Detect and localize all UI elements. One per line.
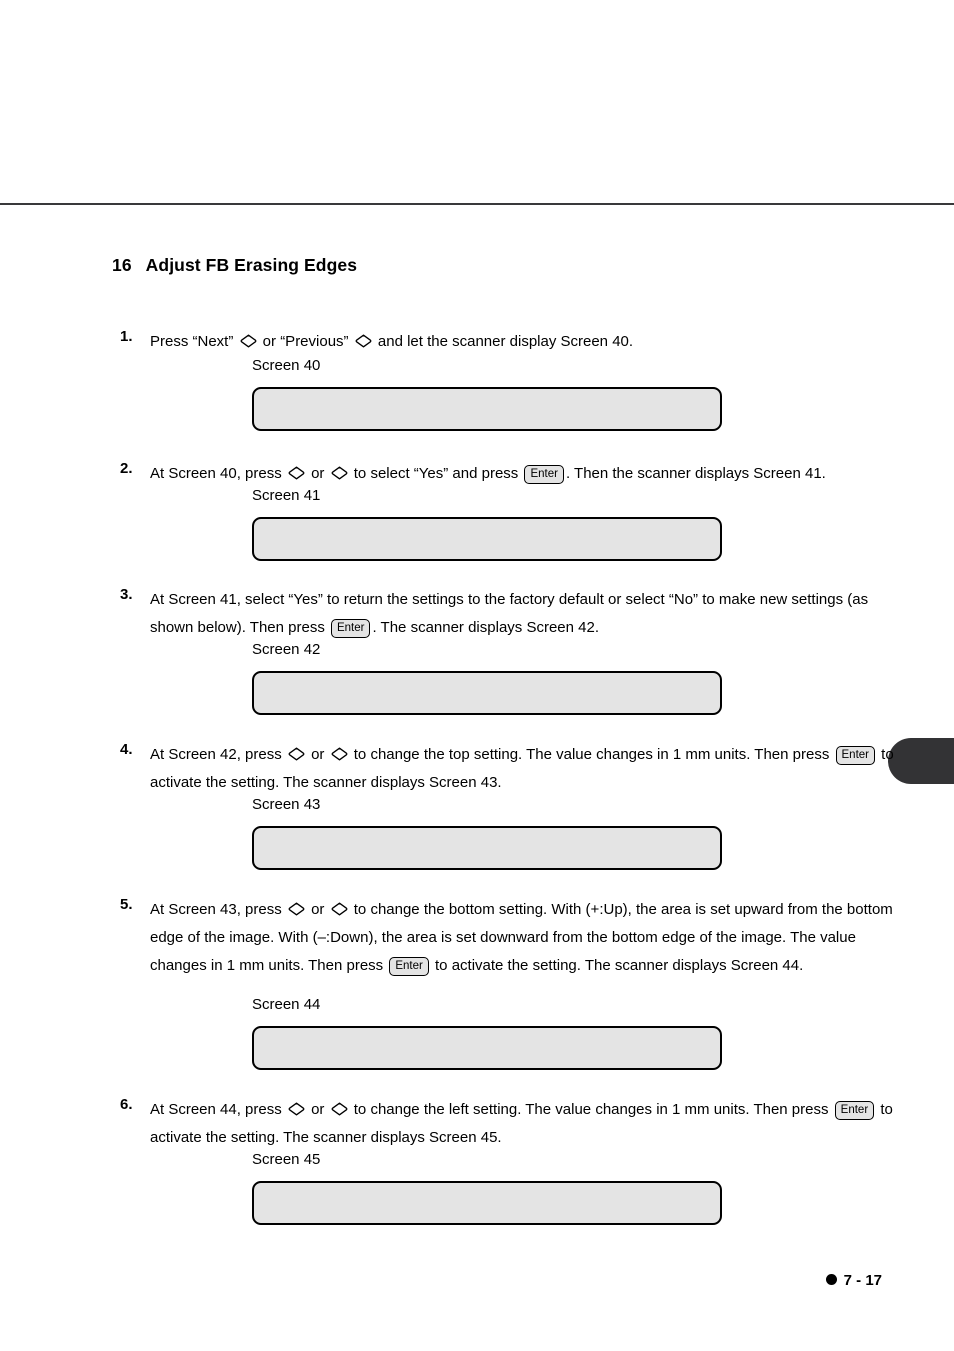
screen-caption: Screen 42 [252, 641, 321, 658]
step-item: 1. Press “Next” or “Previous” and let the… [112, 328, 902, 356]
diamond-key-icon [288, 747, 305, 761]
step-text: At Screen 43, press or to change the bot… [150, 901, 893, 976]
diamond-key-icon [240, 334, 257, 348]
enter-key-button[interactable]: Enter [834, 1101, 875, 1120]
step-text: At Screen 41, select “Yes” to return the… [150, 591, 869, 638]
enter-key-button[interactable]: Enter [524, 465, 564, 484]
enter-key-button[interactable]: Enter [330, 619, 371, 638]
step-item: 3. At Screen 41, select “Yes” to return t… [112, 586, 902, 642]
step-text: At Screen 44, press or to change the lef… [150, 1101, 893, 1146]
section-title-text: Adjust FB Erasing Edges [145, 254, 358, 275]
diamond-key-icon [331, 747, 348, 761]
diamond-key-icon [288, 902, 305, 916]
diamond-key-icon [331, 902, 348, 916]
scanner-display-box [252, 826, 722, 870]
page-title: 16 Adjust FB Erasing Edges [112, 255, 357, 276]
step-text: Press “Next” or “Previous” and let the s… [150, 333, 634, 350]
scanner-display-box [252, 387, 722, 431]
page-footer: 7 - 17 [0, 1272, 954, 1289]
scanner-display-box [252, 1026, 722, 1070]
screen-caption: Screen 41 [252, 487, 321, 504]
screen-caption: Screen 45 [252, 1151, 321, 1168]
diamond-key-icon [288, 466, 305, 480]
screen-caption: Screen 40 [252, 357, 321, 374]
screen-preview-block: Screen 45 [252, 1150, 722, 1225]
screen-caption: Screen 43 [252, 796, 321, 813]
scanner-display-box [252, 671, 722, 715]
diamond-key-icon [288, 1102, 305, 1116]
screen-caption: Screen 44 [252, 996, 321, 1013]
step-item: 5. At Screen 43, press or to change the b… [112, 896, 902, 980]
step-number: 5. [120, 896, 133, 913]
step-text: At Screen 42, press or to change the top… [150, 746, 894, 791]
screen-preview-block: Screen 42 [252, 640, 722, 715]
screen-preview-block: Screen 41 [252, 486, 722, 561]
enter-key-button[interactable]: Enter [835, 746, 875, 765]
step-text: At Screen 40, press or to select “Yes” a… [150, 465, 826, 484]
step-item: 6. At Screen 44, press or to change the l… [112, 1096, 902, 1152]
footer-page-number: 7 - 17 [843, 1272, 882, 1289]
scanner-display-box [252, 1181, 722, 1225]
step-number: 2. [120, 460, 133, 477]
step-number: 6. [120, 1096, 133, 1113]
enter-key-button[interactable]: Enter [389, 957, 429, 976]
section-number: 16 [112, 254, 132, 275]
scanner-display-box [252, 517, 722, 561]
diamond-key-icon [331, 1102, 348, 1116]
screen-preview-block: Screen 40 [252, 356, 722, 431]
step-item: 2. At Screen 40, press or to select “Yes”… [112, 460, 902, 488]
step-item: 4. At Screen 42, press or to change the t… [112, 741, 902, 797]
step-number: 1. [120, 328, 133, 345]
footer-bullet-icon [825, 1274, 837, 1285]
diamond-key-icon [355, 334, 372, 348]
screen-preview-block: Screen 44 [252, 995, 722, 1070]
screen-preview-block: Screen 43 [252, 795, 722, 870]
diamond-key-icon [331, 466, 348, 480]
header-rule [0, 203, 954, 205]
step-number: 3. [120, 586, 133, 603]
step-number: 4. [120, 741, 133, 758]
document-page: 16 Adjust FB Erasing Edges 1. Press “Next”… [0, 0, 954, 1351]
